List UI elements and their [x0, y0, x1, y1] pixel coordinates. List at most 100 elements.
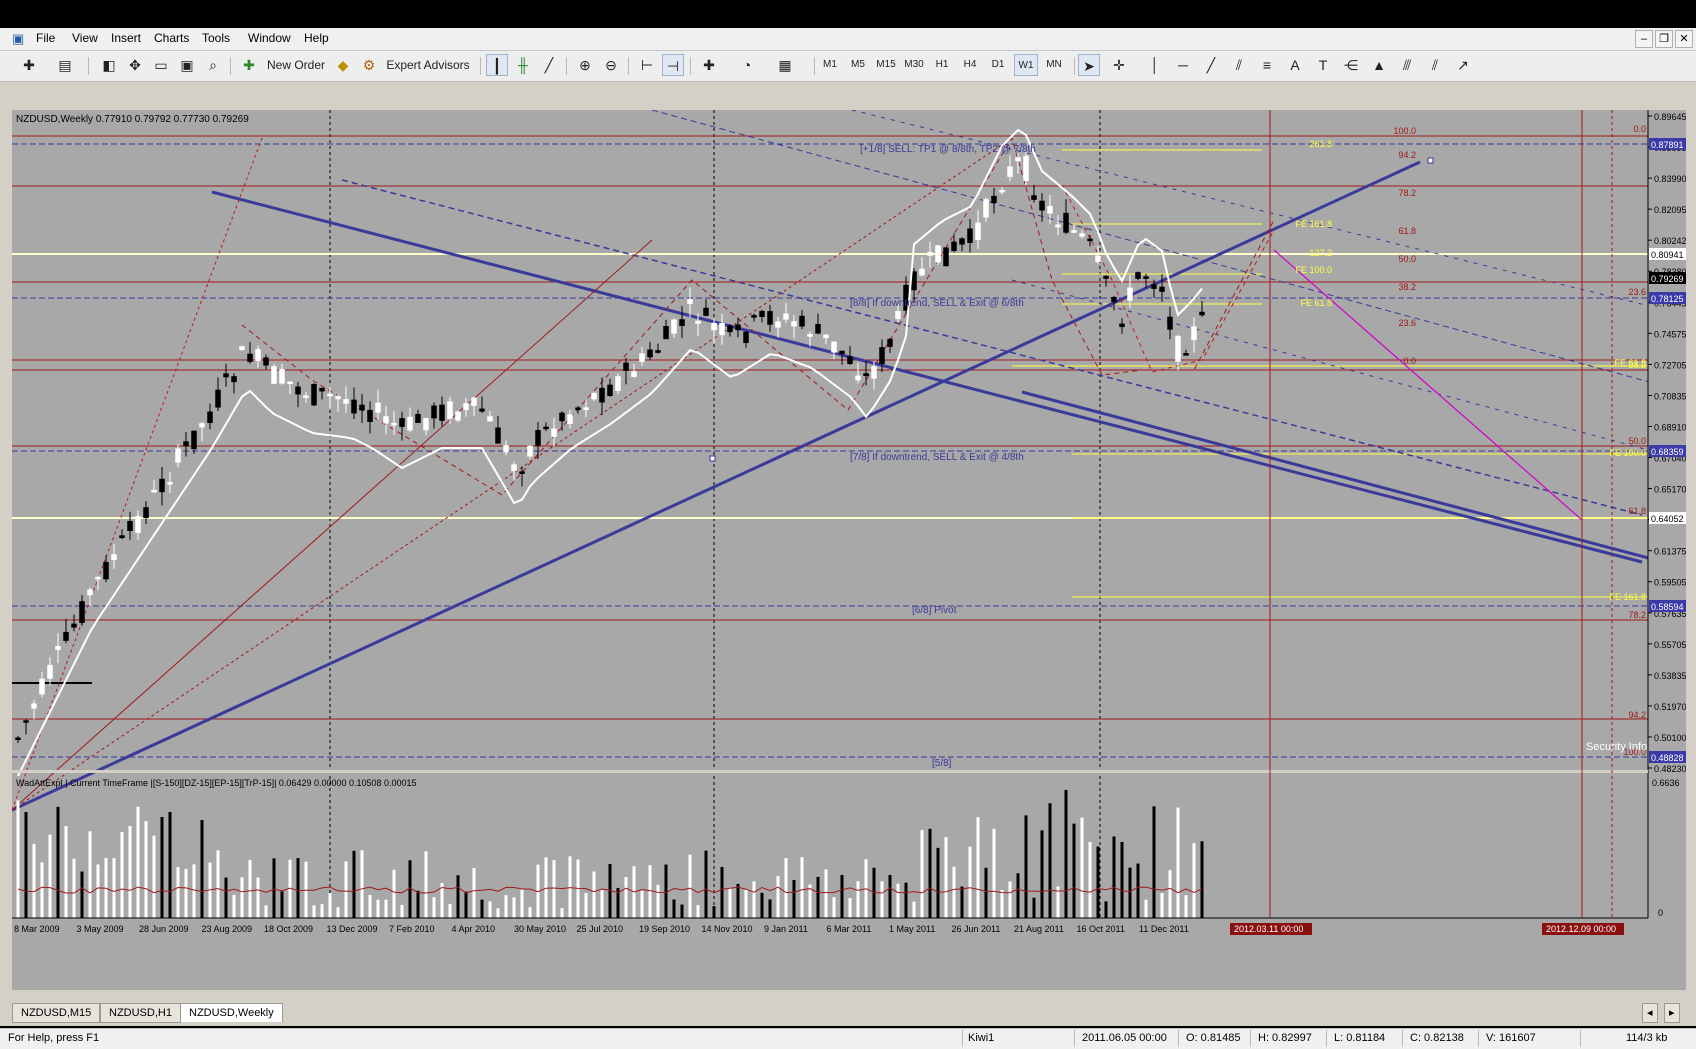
expert-advisors-button[interactable]: Expert Advisors	[380, 54, 476, 76]
price-tick-label: 0.65170	[1654, 485, 1686, 495]
time-tick-label: 30 May 2010	[514, 924, 566, 934]
terminal-icon[interactable]: ▣	[176, 54, 198, 76]
timeframe-h4[interactable]: H4	[958, 54, 982, 76]
price-tag: 0.68359	[1651, 447, 1684, 457]
tab-nzdusd-m15[interactable]: NZDUSD,M15	[12, 1003, 101, 1023]
cursor-icon[interactable]: ➤	[1078, 54, 1100, 76]
status-high: H: 0.82997	[1258, 1032, 1312, 1044]
terminal-window: ▣ File View Insert Charts Tools Window H…	[0, 28, 1696, 1049]
vertical-line-icon[interactable]: │	[1144, 54, 1166, 76]
templates-icon[interactable]: ▦	[774, 54, 796, 76]
fib-level-label-right: 61.8	[1628, 506, 1646, 516]
bar-chart-icon[interactable]: ┃	[486, 54, 508, 76]
fibo-fan-icon[interactable]: ⋲	[1340, 54, 1362, 76]
gann-icon[interactable]: ⫽	[1424, 54, 1446, 76]
pitchfork-icon[interactable]: ⫻	[1396, 54, 1418, 76]
timeframe-w1[interactable]: W1	[1014, 54, 1038, 76]
zoom-out-icon[interactable]: ⊖	[600, 54, 622, 76]
timeframe-m15[interactable]: M15	[874, 54, 898, 76]
minimize-icon[interactable]: –	[1635, 30, 1653, 48]
timeframe-m1[interactable]: M1	[818, 54, 842, 76]
profiles-icon[interactable]: ▤	[54, 54, 76, 76]
new-order-icon[interactable]: ✚	[240, 54, 258, 76]
menu-charts[interactable]: Charts	[154, 31, 189, 45]
menu-view[interactable]: View	[72, 31, 98, 45]
market-watch-icon[interactable]: ◧	[98, 54, 120, 76]
status-profile[interactable]: Kiwi1	[968, 1032, 994, 1044]
fibonacci-icon[interactable]: ≡	[1256, 54, 1278, 76]
indicator-histogram: WadAttExpl | Current TimeFrame |[S-150][…	[16, 778, 1680, 918]
time-tick-label: 28 Jun 2009	[139, 924, 189, 934]
horizontal-line-icon[interactable]: ─	[1172, 54, 1194, 76]
time-tick-label: 16 Oct 2011	[1077, 924, 1125, 934]
status-datetime: 2011.06.05 00:00	[1082, 1032, 1167, 1044]
fib-level-label: 23.6	[1398, 318, 1416, 328]
status-volume: V: 161607	[1486, 1032, 1536, 1044]
menu-window[interactable]: Window	[248, 31, 291, 45]
fib-level-label: 50.0	[1398, 254, 1416, 264]
tab-scroll-right-icon[interactable]: ▸	[1664, 1003, 1680, 1023]
restore-icon[interactable]: ❐	[1655, 30, 1673, 48]
time-tick-label: 3 May 2009	[77, 924, 124, 934]
chart-shift-icon[interactable]: ⊣	[662, 54, 684, 76]
chart-canvas[interactable]: NZDUSD,Weekly 0.77910 0.79792 0.77730 0.…	[12, 110, 1686, 990]
label-tool-icon[interactable]: T	[1312, 54, 1334, 76]
price-tick-label: 0.53835	[1654, 671, 1686, 681]
time-tick-label: 23 Aug 2009	[202, 924, 253, 934]
alert-icon[interactable]: ◆	[332, 54, 354, 76]
menu-file[interactable]: File	[36, 31, 55, 45]
status-open: O: 0.81485	[1186, 1032, 1241, 1044]
chart-tabs: NZDUSD,M15 NZDUSD,H1 NZDUSD,Weekly ◂ ▸	[12, 1003, 1686, 1023]
close-icon[interactable]: ✕	[1675, 30, 1693, 48]
time-axis: 8 Mar 2009 3 May 2009 28 Jun 2009 23 Aug 20…	[12, 917, 1648, 935]
fe-level-label: 261.8	[1309, 139, 1332, 149]
timeframe-h1[interactable]: H1	[930, 54, 954, 76]
zoom-in-icon[interactable]: ⊕	[574, 54, 596, 76]
fib-level-label: 61.8	[1398, 226, 1416, 236]
new-order-button[interactable]: New Order	[260, 54, 332, 76]
status-traffic: 114/3 kb	[1626, 1032, 1668, 1044]
navigator-icon[interactable]: ✥	[124, 54, 146, 76]
price-tag: 0.87891	[1651, 140, 1684, 150]
expert-advisors-icon[interactable]: ⚙	[360, 54, 378, 76]
chart-info-label: NZDUSD,Weekly 0.77910 0.79792 0.77730 0.…	[16, 114, 249, 125]
indicators-icon[interactable]: ✚	[698, 54, 720, 76]
timeframe-mn[interactable]: MN	[1042, 54, 1066, 76]
tab-nzdusd-h1[interactable]: NZDUSD,H1	[100, 1003, 181, 1023]
fe-level-label: 127.2	[1309, 248, 1332, 258]
time-tick-label: 26 Jun 2011	[952, 924, 1001, 934]
price-tick-label: 0.70835	[1654, 391, 1686, 401]
vertical-grid	[329, 110, 1101, 918]
time-tick-label: 13 Dec 2009	[327, 924, 378, 934]
timeframe-d1[interactable]: D1	[986, 54, 1010, 76]
menu-insert[interactable]: Insert	[111, 31, 141, 45]
trendline-icon[interactable]: ╱	[1200, 54, 1222, 76]
periods-icon[interactable]: ◔	[736, 54, 758, 76]
time-tick-label: 9 Jan 2011	[764, 924, 808, 934]
candlestick-icon[interactable]: ╫	[512, 54, 534, 76]
auto-scroll-icon[interactable]: ⊢	[636, 54, 658, 76]
murrey-annotation: [+1/8] SELL: TP1 @ 8/8th, TP2 @ 7/8th	[860, 144, 1036, 155]
chart-window[interactable]: NZDUSD,Weekly 0.77910 0.79792 0.77730 0.…	[12, 110, 1686, 990]
status-close: C: 0.82138	[1410, 1032, 1464, 1044]
price-tick-label: 0.89645	[1654, 112, 1686, 122]
triangle-icon[interactable]: ▲	[1368, 54, 1390, 76]
text-tool-icon[interactable]: A	[1284, 54, 1306, 76]
arrows-icon[interactable]: ↗	[1452, 54, 1474, 76]
tab-nzdusd-weekly[interactable]: NZDUSD,Weekly	[180, 1003, 283, 1022]
tester-icon[interactable]: ⌕	[202, 54, 224, 76]
timeframe-m5[interactable]: M5	[846, 54, 870, 76]
crosshair-icon[interactable]: ✛	[1108, 54, 1130, 76]
channel-icon[interactable]: ⫽	[1228, 54, 1250, 76]
fe-level-label: FE 61.8	[1300, 298, 1332, 308]
folder-icon[interactable]: ▭	[150, 54, 172, 76]
menu-help[interactable]: Help	[304, 31, 329, 45]
timeframe-m30[interactable]: M30	[902, 54, 926, 76]
menu-tools[interactable]: Tools	[202, 31, 230, 45]
line-chart-icon[interactable]: ╱	[538, 54, 560, 76]
fib-level-label: 0.0	[1403, 356, 1416, 366]
tab-scroll-left-icon[interactable]: ◂	[1642, 1003, 1658, 1023]
fib-level-label-right: 94.2	[1628, 710, 1646, 720]
new-chart-icon[interactable]: ✚	[18, 54, 40, 76]
app-logo-icon: ▣	[12, 31, 25, 46]
